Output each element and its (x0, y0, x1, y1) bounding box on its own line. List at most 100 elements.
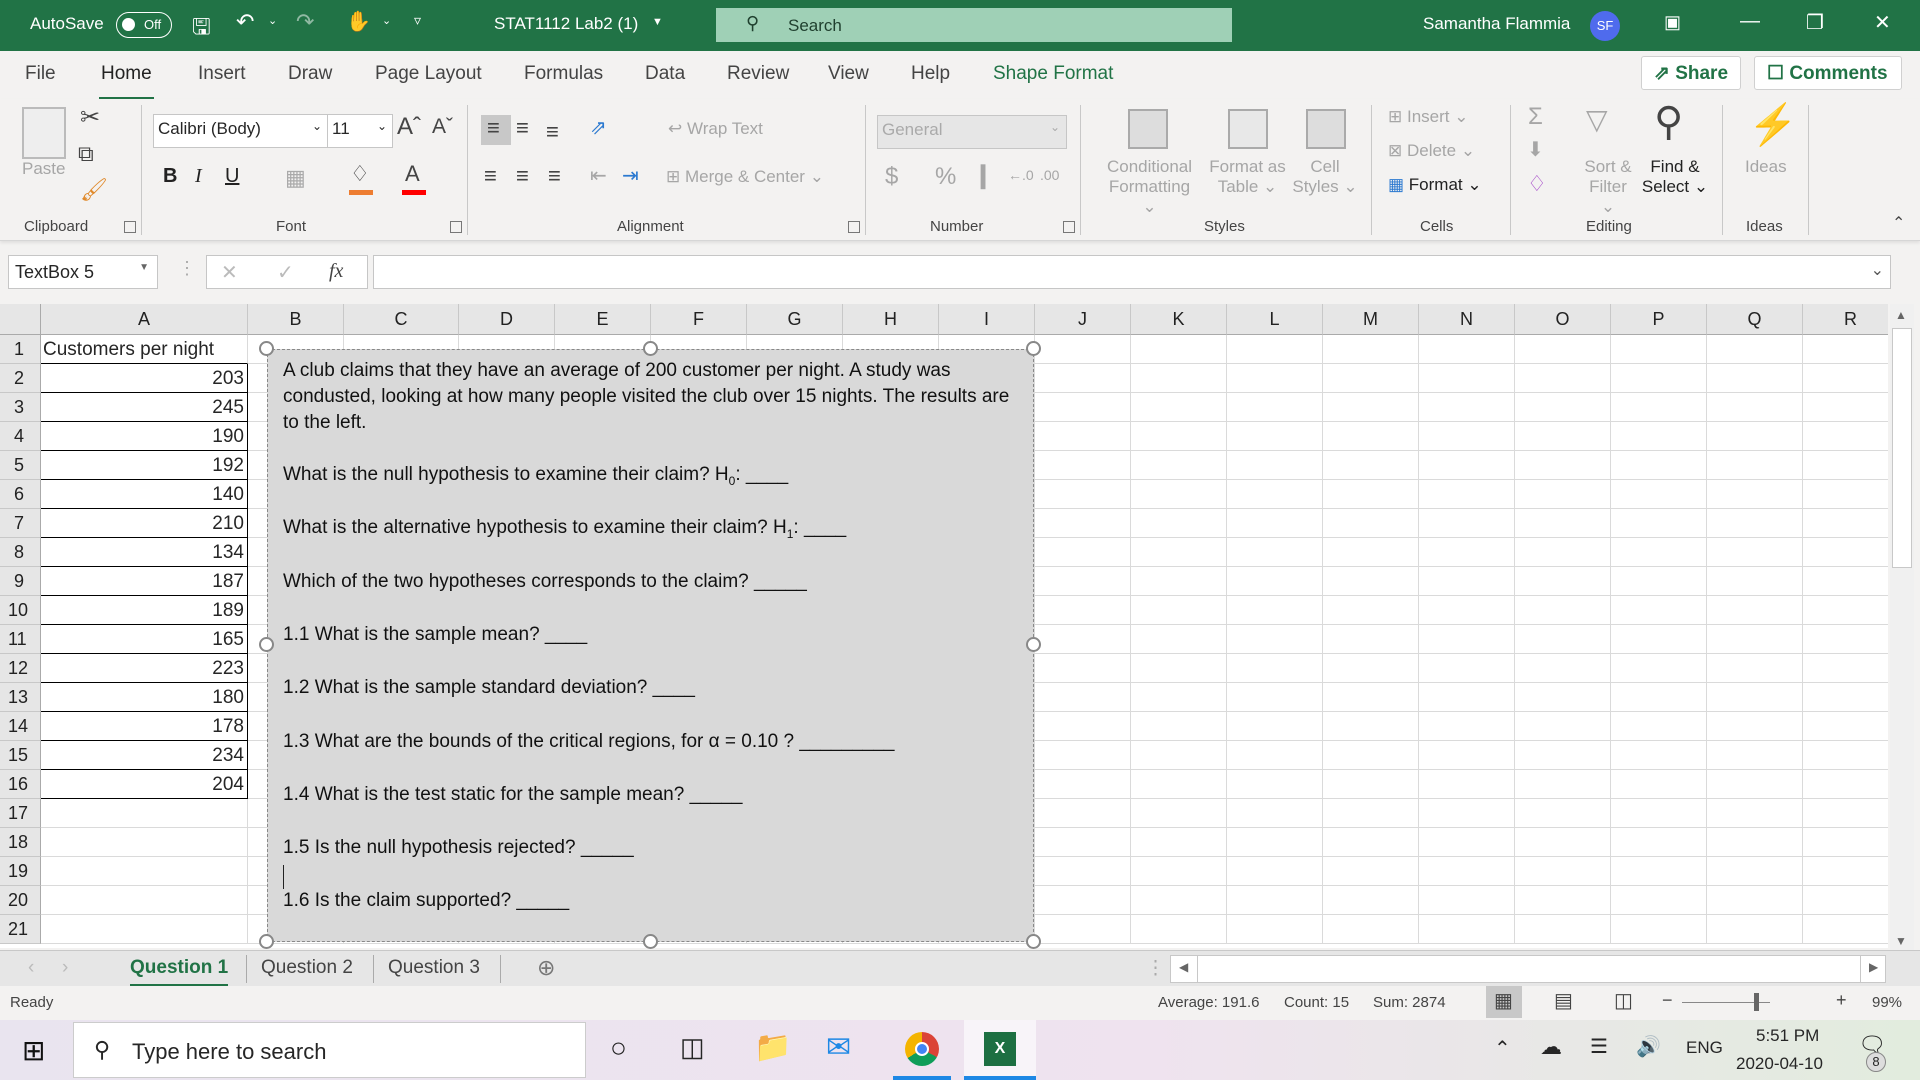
cell-m2[interactable] (1323, 364, 1419, 393)
cell-r11[interactable] (1803, 625, 1888, 654)
cell-a19[interactable] (41, 857, 248, 886)
cell-l1[interactable] (1227, 335, 1323, 364)
cell-r10[interactable] (1803, 596, 1888, 625)
resize-handle[interactable] (259, 934, 274, 949)
ribbon-display-options-icon[interactable]: ▣ (1664, 12, 1681, 33)
cell-o19[interactable] (1515, 857, 1611, 886)
zoom-level[interactable]: 99% (1872, 994, 1902, 1011)
cell-m8[interactable] (1323, 538, 1419, 567)
cell-l7[interactable] (1227, 509, 1323, 538)
cell-n20[interactable] (1419, 886, 1515, 915)
tab-draw[interactable]: Draw (288, 63, 332, 85)
borders-icon[interactable]: ▦ (285, 165, 306, 191)
cell-j4[interactable] (1035, 422, 1131, 451)
cell-p7[interactable] (1611, 509, 1707, 538)
column-header-i[interactable]: I (939, 304, 1035, 335)
cell-o20[interactable] (1515, 886, 1611, 915)
fill-color-icon[interactable]: ♢ (350, 161, 370, 187)
cell-k21[interactable] (1131, 915, 1227, 944)
cell-q16[interactable] (1707, 770, 1803, 799)
cell-q5[interactable] (1707, 451, 1803, 480)
formula-input[interactable]: ⌄ (373, 255, 1891, 289)
cell-n11[interactable] (1419, 625, 1515, 654)
cell-styles-icon[interactable] (1306, 109, 1346, 149)
cell-l13[interactable] (1227, 683, 1323, 712)
cell-k6[interactable] (1131, 480, 1227, 509)
increase-indent-icon[interactable]: ⇥ (622, 163, 639, 188)
cell-j8[interactable] (1035, 538, 1131, 567)
format-as-table-icon[interactable] (1228, 109, 1268, 149)
resize-handle[interactable] (259, 637, 274, 652)
cell-q3[interactable] (1707, 393, 1803, 422)
ideas-icon[interactable]: ⚡ (1748, 101, 1798, 148)
horizontal-scrollbar[interactable]: ◀ (1170, 955, 1886, 983)
column-header-r[interactable]: R (1803, 304, 1888, 335)
enter-icon[interactable]: ✓ (277, 260, 294, 285)
cell-o13[interactable] (1515, 683, 1611, 712)
cell-r7[interactable] (1803, 509, 1888, 538)
orientation-icon[interactable]: ⇗ (590, 115, 607, 140)
next-sheet-icon[interactable]: › (62, 957, 68, 979)
resize-handle[interactable] (1026, 637, 1041, 652)
cell-a18[interactable] (41, 828, 248, 857)
cell-o1[interactable] (1515, 335, 1611, 364)
decimal-decrease-icon[interactable]: .00 (1040, 167, 1059, 183)
minimize-icon[interactable]: — (1740, 10, 1760, 33)
cell-r1[interactable] (1803, 335, 1888, 364)
cell-p12[interactable] (1611, 654, 1707, 683)
decimal-increase-icon[interactable]: ←.0 (1008, 167, 1034, 183)
cell-q2[interactable] (1707, 364, 1803, 393)
row-header-6[interactable]: 6 (0, 480, 41, 509)
cell-j21[interactable] (1035, 915, 1131, 944)
cell-j13[interactable] (1035, 683, 1131, 712)
sheet-tab-question-2[interactable]: Question 2 (261, 957, 353, 979)
redo-icon[interactable]: ↷ (296, 9, 314, 35)
cell-p18[interactable] (1611, 828, 1707, 857)
cell-q18[interactable] (1707, 828, 1803, 857)
file-explorer-icon[interactable]: 📁 (754, 1030, 791, 1065)
row-header-9[interactable]: 9 (0, 567, 41, 596)
title-dropdown-icon[interactable]: ▼ (652, 16, 663, 28)
italic-button[interactable]: I (195, 165, 202, 188)
cell-styles-label[interactable]: Cell Styles ⌄ (1290, 157, 1360, 197)
scroll-up-icon[interactable]: ▲ (1895, 308, 1907, 322)
name-box[interactable]: TextBox 5 ▼ (8, 255, 158, 289)
cell-a5[interactable]: 192 (41, 451, 248, 480)
number-format-dropdown[interactable]: General ⌄ (877, 115, 1067, 149)
cell-m13[interactable] (1323, 683, 1419, 712)
cell-m17[interactable] (1323, 799, 1419, 828)
cell-a7[interactable]: 210 (41, 509, 248, 538)
cell-q11[interactable] (1707, 625, 1803, 654)
cell-l10[interactable] (1227, 596, 1323, 625)
cell-m21[interactable] (1323, 915, 1419, 944)
row-header-4[interactable]: 4 (0, 422, 41, 451)
cell-p21[interactable] (1611, 915, 1707, 944)
cell-m11[interactable] (1323, 625, 1419, 654)
wifi-icon[interactable]: ☰ (1590, 1034, 1608, 1059)
tab-view[interactable]: View (828, 63, 869, 85)
clear-icon[interactable]: ♢ (1527, 171, 1547, 197)
cell-o18[interactable] (1515, 828, 1611, 857)
align-center-icon[interactable]: ≡ (516, 163, 529, 189)
cell-k4[interactable] (1131, 422, 1227, 451)
cell-n17[interactable] (1419, 799, 1515, 828)
cell-j9[interactable] (1035, 567, 1131, 596)
cell-j3[interactable] (1035, 393, 1131, 422)
cell-a16[interactable]: 204 (41, 770, 248, 799)
cell-k20[interactable] (1131, 886, 1227, 915)
cell-p10[interactable] (1611, 596, 1707, 625)
expand-formula-icon[interactable]: ⌄ (1871, 260, 1884, 280)
row-header-13[interactable]: 13 (0, 683, 41, 712)
resize-handle[interactable] (1026, 934, 1041, 949)
cell-r4[interactable] (1803, 422, 1888, 451)
task-view-icon[interactable]: ◫ (680, 1032, 705, 1063)
cell-l19[interactable] (1227, 857, 1323, 886)
fill-icon[interactable]: ⬇ (1527, 137, 1544, 162)
number-launcher-icon[interactable] (1063, 221, 1075, 233)
cell-j14[interactable] (1035, 712, 1131, 741)
cell-o10[interactable] (1515, 596, 1611, 625)
volume-icon[interactable]: 🔊 (1636, 1034, 1661, 1059)
cell-k10[interactable] (1131, 596, 1227, 625)
cell-j5[interactable] (1035, 451, 1131, 480)
cell-a3[interactable]: 245 (41, 393, 248, 422)
